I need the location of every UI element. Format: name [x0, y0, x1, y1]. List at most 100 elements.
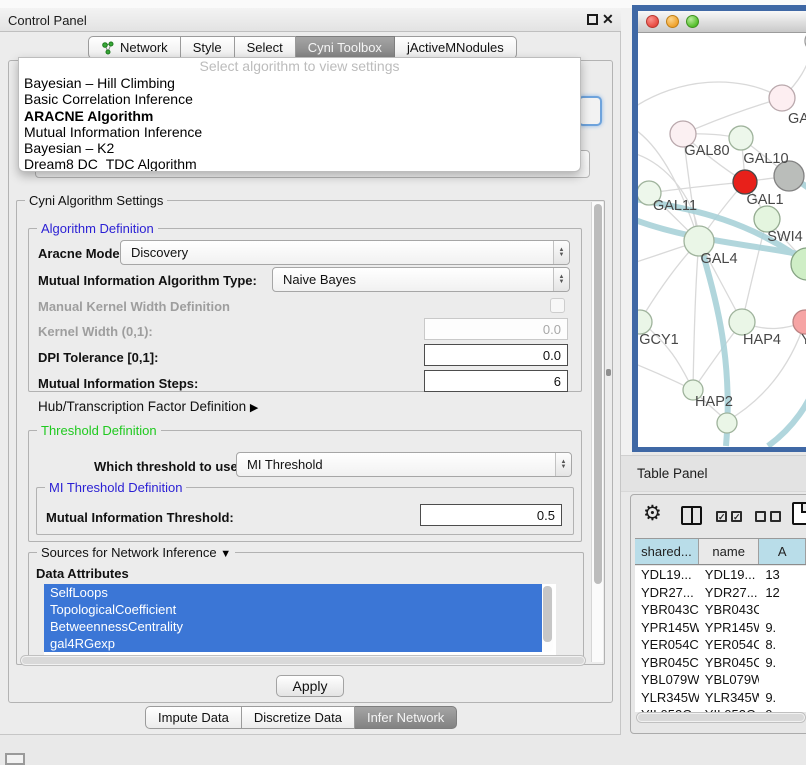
algorithm-option-basic-correlation-inference[interactable]: Basic Correlation Inference [19, 91, 580, 107]
settings-horizontal-scrollbar[interactable] [20, 655, 586, 666]
table-row[interactable]: YER054CYER054C8. [635, 636, 806, 654]
table-row[interactable]: YDL19...YDL19...13 [635, 566, 806, 584]
algorithm-option-bayesian-hill-climbing[interactable]: Bayesian – Hill Climbing [19, 75, 580, 91]
table-horizontal-scrollbar[interactable] [636, 712, 806, 723]
table-row[interactable]: YBR045CYBR045C9. [635, 654, 806, 672]
bottom-tab-infer-network[interactable]: Infer Network [355, 706, 457, 729]
bottom-tab-label: Infer Network [367, 710, 444, 725]
collapse-down-icon[interactable]: ▼ [220, 548, 231, 560]
which-threshold-combo[interactable]: MI Threshold ▲▼ [236, 452, 572, 477]
network-canvas[interactable]: GALGAL80GAL10GAL1GAL11SWI4GAL4GCY1HAP4YH… [638, 33, 806, 447]
manual-kernel-checkbox[interactable] [550, 298, 565, 313]
bottom-tabs: Impute DataDiscretize Data Infer Network [145, 706, 457, 729]
docked-window-icon[interactable] [5, 753, 25, 765]
network-graph[interactable]: GALGAL80GAL10GAL1GAL11SWI4GAL4GCY1HAP4YH… [638, 33, 806, 447]
node-label-gal4: GAL4 [700, 251, 737, 267]
mi-steps-field[interactable]: 6 [424, 370, 568, 392]
algorithm-option-mutual-information-inference[interactable]: Mutual Information Inference [19, 124, 580, 140]
checked-pair-icon[interactable]: ✓ ✓ [716, 511, 742, 522]
attribute-item-topologicalcoefficient[interactable]: TopologicalCoefficient [44, 601, 542, 618]
table-row[interactable]: YBR043CYBR043C [635, 601, 806, 619]
apply-button[interactable]: Apply [276, 675, 344, 697]
column-header-name[interactable]: name [699, 539, 760, 564]
network-view-window[interactable]: GALGAL80GAL10GAL1GAL11SWI4GAL4GCY1HAP4YH… [632, 5, 806, 452]
table-row[interactable]: YLR345WYLR345W9. [635, 689, 806, 707]
hub-definition-expander[interactable]: Hub/Transcription Factor Definition ▶ [38, 399, 258, 414]
algorithm-option-bayesian-k2[interactable]: Bayesian – K2 [19, 140, 580, 156]
splitter-grip[interactable] [606, 369, 611, 376]
table-cell: YBR043C [699, 601, 760, 619]
aracne-mode-label: Aracne Mode: [38, 246, 124, 261]
column-header-a[interactable]: A [759, 539, 806, 564]
zoom-button[interactable] [686, 15, 699, 28]
table-icon[interactable] [792, 502, 806, 525]
network-node-y[interactable] [793, 310, 806, 334]
data-attributes-list[interactable]: SelfLoopsTopologicalCoefficientBetweenne… [44, 584, 556, 656]
table-cell: YDR27... [699, 584, 760, 602]
settings-scroll-thumb[interactable] [594, 204, 602, 584]
column-header-shared[interactable]: shared... [635, 539, 699, 564]
settings-vertical-scrollbar[interactable] [591, 202, 603, 662]
table-cell: YBR043C [635, 601, 699, 619]
network-node-gcy1[interactable] [638, 310, 652, 334]
table-cell: 8. [759, 636, 806, 654]
float-icon[interactable] [587, 14, 598, 25]
tab-jactivemnodules[interactable]: jActiveMNodules [395, 36, 517, 59]
bottom-tab-impute-data[interactable]: Impute Data [145, 706, 242, 729]
table-row[interactable]: YDR27...YDR27...12 [635, 584, 806, 602]
spinner-arrows-icon[interactable]: ▲▼ [555, 453, 571, 476]
bottom-tab-discretize-data[interactable]: Discretize Data [242, 706, 355, 729]
attribute-item-betweennesscentrality[interactable]: BetweennessCentrality [44, 618, 542, 635]
attributes-list-scrollbar[interactable] [542, 586, 553, 652]
attributes-scroll-thumb[interactable] [543, 586, 552, 642]
node-label-y: Y [801, 332, 806, 348]
table-cell: 13 [759, 566, 806, 584]
table-hscroll-thumb[interactable] [638, 714, 804, 721]
table-row[interactable]: YPR145WYPR145W9. [635, 619, 806, 637]
node-label-gal10: GAL10 [743, 151, 788, 167]
tab-cyni-toolbox[interactable]: Cyni Toolbox [296, 36, 395, 59]
mi-threshold-field[interactable]: 0.5 [420, 504, 562, 526]
kernel-width-field[interactable]: 0.0 [424, 318, 568, 340]
tab-select[interactable]: Select [235, 36, 296, 59]
dpi-tolerance-field[interactable]: 0.0 [424, 344, 568, 366]
network-node-gal10[interactable] [729, 126, 753, 150]
table-cell: YER054C [635, 636, 699, 654]
gear-icon[interactable]: ⚙ [643, 503, 662, 524]
tab-style[interactable]: Style [181, 36, 235, 59]
settings-hscroll-thumb[interactable] [22, 657, 584, 664]
spinner-arrows-icon[interactable]: ▲▼ [553, 268, 569, 291]
algorithm-option-aracne-algorithm[interactable]: ARACNE Algorithm [19, 108, 580, 124]
close-icon[interactable]: ✕ [602, 11, 614, 28]
manual-kernel-label: Manual Kernel Width Definition [38, 299, 230, 314]
aracne-mode-combo[interactable]: Discovery ▲▼ [120, 240, 570, 265]
control-panel-titlebar [0, 8, 621, 32]
spinner-arrows-icon[interactable]: ▲▼ [553, 241, 569, 264]
mi-type-combo[interactable]: Naive Bayes ▲▼ [272, 267, 570, 292]
attribute-item-selfloops[interactable]: SelfLoops [44, 584, 542, 601]
control-panel-tabs: NetworkStyleSelectCyni ToolboxjActiveMNo… [88, 36, 517, 59]
network-window-titlebar[interactable] [638, 11, 806, 33]
sources-title-text: Sources for Network Inference [41, 545, 217, 560]
network-node-gal[interactable] [769, 85, 795, 111]
split-columns-icon[interactable] [681, 506, 702, 525]
focused-combo-edge[interactable] [578, 96, 602, 126]
close-button[interactable] [646, 15, 659, 28]
table-row[interactable]: YBL079WYBL079W [635, 671, 806, 689]
panel-gutter [621, 8, 632, 455]
algorithm-option-dream8-dc-tdc-algorithm[interactable]: Dream8 DC_TDC Algorithm [19, 156, 580, 172]
node-label-gal1: GAL1 [746, 192, 783, 208]
tab-network[interactable]: Network [88, 36, 181, 59]
table-rows: YDL19...YDL19...13YDR27...YDR27...12YBR0… [635, 566, 806, 712]
attribute-item-gal4rgexp[interactable]: gal4RGexp [44, 635, 542, 652]
unchecked-pair-icon[interactable] [755, 511, 781, 522]
node-label-gal: GAL [788, 111, 806, 127]
sources-title[interactable]: Sources for Network Inference ▼ [37, 545, 235, 560]
expand-right-icon[interactable]: ▶ [250, 402, 258, 414]
table-cell [759, 601, 806, 619]
table-cell [759, 671, 806, 689]
network-node-gal1[interactable] [733, 170, 757, 194]
minimize-button[interactable] [666, 15, 679, 28]
mi-type-value: Naive Bayes [273, 268, 553, 291]
network-node[interactable] [717, 413, 737, 433]
